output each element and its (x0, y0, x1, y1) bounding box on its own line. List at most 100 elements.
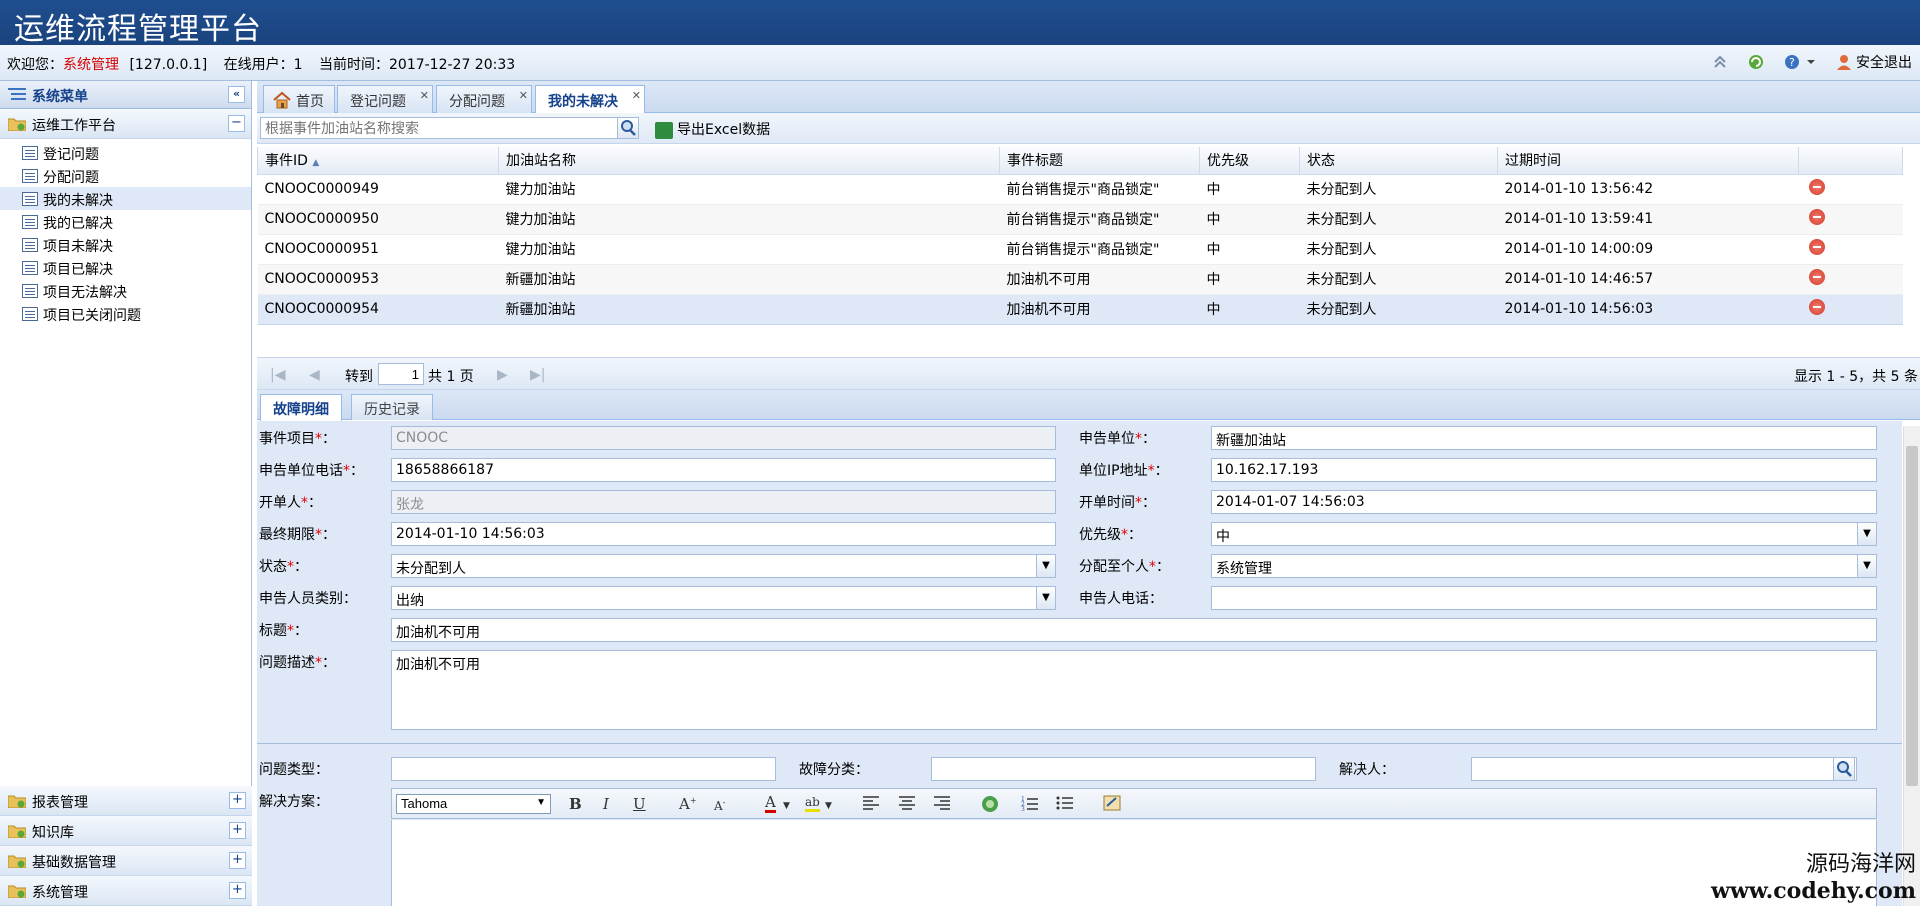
search-button[interactable] (617, 117, 639, 139)
collapse-group-icon[interactable]: − (228, 115, 245, 132)
priority-select[interactable]: 中 ▼ (1211, 522, 1877, 546)
title-field[interactable]: 加油机不可用 (391, 618, 1877, 642)
menu-item-project-resolved[interactable]: 项目已解决 (0, 256, 251, 279)
menu-item-my-resolved[interactable]: 我的已解决 (0, 210, 251, 233)
prev-page-icon[interactable]: ◀ (309, 367, 320, 383)
source-edit-icon[interactable] (1103, 795, 1121, 815)
expand-group-icon[interactable]: + (229, 882, 246, 899)
opener-field[interactable]: 张龙 (391, 490, 1056, 514)
unit-ip-field[interactable]: 10.162.17.193 (1211, 458, 1877, 482)
logout-button[interactable]: 安全退出 (1835, 52, 1912, 72)
problem-type-field[interactable] (391, 757, 776, 781)
collapse-sidebar-button[interactable]: « (228, 86, 245, 103)
highlight-color-icon[interactable]: ab (805, 795, 820, 812)
delete-icon[interactable] (1808, 269, 1825, 285)
group-reports[interactable]: 报表管理 + (0, 786, 252, 816)
menu-item-register[interactable]: 登记问题 (0, 141, 251, 164)
reporter-type-select[interactable]: 出纳 ▼ (391, 586, 1056, 610)
expand-group-icon[interactable]: + (229, 822, 246, 839)
column-header-station[interactable]: 加油站名称 (498, 147, 1000, 175)
menu-item-my-unresolved[interactable]: 我的未解决 (0, 187, 251, 210)
assign-to-select[interactable]: 系统管理 ▼ (1211, 554, 1877, 578)
ordered-list-icon[interactable]: 123 (1021, 795, 1039, 815)
tab-my-unresolved[interactable]: 我的未解决 ✕ (535, 85, 645, 114)
description-textarea[interactable]: 加油机不可用 (391, 650, 1877, 730)
table-row[interactable]: CNOOC0000950 键力加油站 前台销售提示"商品锁定" 中 未分配到人 … (257, 204, 1903, 235)
resolver-field[interactable] (1471, 757, 1857, 781)
underline-icon[interactable]: U (633, 795, 646, 813)
table-row[interactable]: CNOOC0000953 新疆加油站 加油机不可用 中 未分配到人 2014-0… (257, 264, 1903, 295)
event-project-field[interactable]: CNOOC (391, 426, 1056, 450)
tab-history[interactable]: 历史记录 (351, 394, 433, 420)
group-basic-data[interactable]: 基础数据管理 + (0, 846, 252, 876)
report-unit-field[interactable]: 新疆加油站 (1211, 426, 1877, 450)
tab-fault-detail[interactable]: 故障明细 (260, 394, 342, 421)
expand-group-icon[interactable]: + (229, 852, 246, 869)
tab-register[interactable]: 登记问题 ✕ (337, 85, 433, 113)
scrollbar-thumb[interactable] (1906, 446, 1918, 786)
refresh-icon[interactable] (1747, 53, 1765, 71)
font-color-icon[interactable]: A (765, 795, 776, 813)
reporter-phone-field[interactable] (1211, 586, 1877, 610)
deadline-field[interactable]: 2014-01-10 14:56:03 (391, 522, 1056, 546)
status-select[interactable]: 未分配到人 ▼ (391, 554, 1056, 578)
chevron-down-icon[interactable]: ▼ (1857, 523, 1876, 545)
bold-icon[interactable]: B (569, 795, 582, 813)
fault-class-field[interactable] (931, 757, 1316, 781)
group-knowledge[interactable]: 知识库 + (0, 816, 252, 846)
tab-assign[interactable]: 分配问题 ✕ (436, 85, 532, 113)
next-page-icon[interactable]: ▶ (497, 367, 508, 383)
first-page-icon[interactable]: |◀ (270, 367, 285, 383)
unordered-list-icon[interactable] (1056, 795, 1074, 815)
align-left-icon[interactable] (862, 795, 880, 815)
column-header-status[interactable]: 状态 (1299, 147, 1498, 175)
help-icon[interactable]: ? (1783, 53, 1817, 71)
resolver-search-button[interactable] (1833, 757, 1855, 781)
form-scrollbar[interactable] (1903, 426, 1920, 906)
font-size-increase-icon[interactable]: A+ (679, 795, 697, 813)
italic-icon[interactable]: I (603, 795, 609, 813)
group-system[interactable]: 系统管理 + (0, 876, 252, 906)
column-header-expire[interactable]: 过期时间 (1497, 147, 1799, 175)
close-icon[interactable]: ✕ (632, 89, 641, 102)
menu-item-assign[interactable]: 分配问题 (0, 164, 251, 187)
svg-text:?: ? (1789, 56, 1795, 69)
align-center-icon[interactable] (898, 795, 916, 815)
chevron-down-icon[interactable]: ▼ (1036, 555, 1055, 577)
delete-icon[interactable] (1808, 239, 1825, 255)
menu-item-project-closed[interactable]: 项目已关闭问题 (0, 302, 251, 325)
tab-home[interactable]: 首页 (263, 85, 335, 113)
open-time-field[interactable]: 2014-01-07 14:56:03 (1211, 490, 1877, 514)
table-row[interactable]: CNOOC0000951 键力加油站 前台销售提示"商品锁定" 中 未分配到人 … (257, 234, 1903, 265)
align-right-icon[interactable] (933, 795, 951, 815)
last-page-icon[interactable]: ▶| (530, 367, 545, 383)
group-ops-platform[interactable]: 运维工作平台 − (0, 109, 251, 139)
column-header-event-id[interactable]: 事件ID ▲ (257, 147, 499, 175)
font-family-select[interactable]: Tahoma (396, 794, 551, 814)
collapse-up-icon[interactable] (1711, 53, 1729, 71)
menu-item-project-unresolved[interactable]: 项目未解决 (0, 233, 251, 256)
column-header-priority[interactable]: 优先级 (1199, 147, 1300, 175)
font-size-decrease-icon[interactable]: A- (714, 798, 725, 813)
chevron-down-icon[interactable]: ▼ (825, 801, 832, 811)
column-header-title[interactable]: 事件标题 (999, 147, 1200, 175)
close-icon[interactable]: ✕ (519, 89, 528, 102)
info-bar: 欢迎您：系统管理 [127.0.0.1] 在线用户：1 当前时间：2017-12… (0, 45, 1920, 81)
delete-icon[interactable] (1808, 179, 1825, 195)
delete-icon[interactable] (1808, 209, 1825, 225)
link-icon[interactable] (980, 795, 1000, 817)
delete-icon[interactable] (1808, 299, 1825, 315)
table-row[interactable]: CNOOC0000954 新疆加油站 加油机不可用 中 未分配到人 2014-0… (257, 294, 1903, 325)
chevron-down-icon[interactable]: ▼ (1857, 555, 1876, 577)
close-icon[interactable]: ✕ (420, 89, 429, 102)
page-input[interactable] (378, 363, 424, 385)
export-excel-button[interactable]: 导出Excel数据 (655, 119, 770, 139)
solution-editor[interactable] (391, 820, 1877, 906)
chevron-down-icon[interactable]: ▼ (783, 801, 790, 811)
unit-phone-field[interactable]: 18658866187 (391, 458, 1056, 482)
expand-group-icon[interactable]: + (229, 792, 246, 809)
chevron-down-icon[interactable]: ▼ (1036, 587, 1055, 609)
menu-item-project-unsolvable[interactable]: 项目无法解决 (0, 279, 251, 302)
search-input[interactable] (260, 117, 625, 139)
table-row[interactable]: CNOOC0000949 键力加油站 前台销售提示"商品锁定" 中 未分配到人 … (257, 174, 1903, 205)
